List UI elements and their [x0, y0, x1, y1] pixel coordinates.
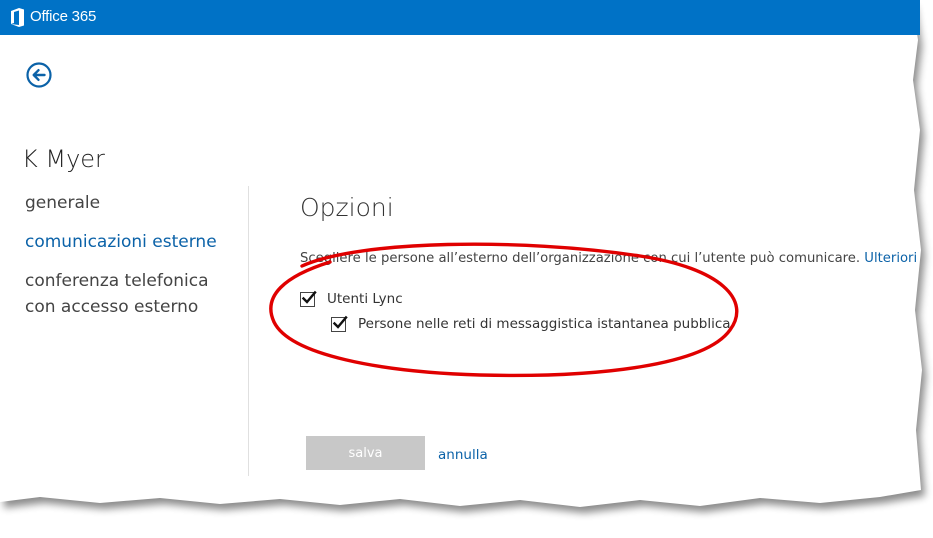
brand-title[interactable]: Office 365 — [30, 8, 96, 25]
section-title: Opzioni — [300, 193, 394, 222]
description-body: Scegliere le persone all’esterno dell’or… — [300, 251, 861, 266]
office-logo-icon[interactable] — [10, 8, 25, 27]
top-bar: Office 365 — [0, 0, 920, 35]
save-button[interactable]: salva — [306, 436, 425, 470]
checkmark-icon — [332, 315, 348, 329]
description-text: Scegliere le persone all’esterno dell’or… — [300, 251, 917, 266]
nav-item-comunicazioni-esterne[interactable]: comunicazioni esterne — [25, 229, 217, 255]
user-name-title: K Myer — [22, 145, 105, 173]
page: Office 365 K Myer generale comunicazioni… — [0, 0, 920, 505]
checkbox-row-lync: Utenti Lync — [300, 290, 403, 307]
nav-item-line-1: conferenza telefonica — [25, 271, 209, 291]
more-info-link[interactable]: Ulteriori — [864, 251, 917, 266]
nav-item-line-2: con accesso esterno — [25, 297, 199, 317]
screenshot-frame: Office 365 K Myer generale comunicazioni… — [0, 0, 933, 538]
lync-users-checkbox[interactable] — [300, 290, 317, 307]
public-im-checkbox[interactable] — [331, 315, 348, 332]
public-im-label: Persone nelle reti di messaggistica ista… — [358, 316, 731, 332]
nav-item-generale[interactable]: generale — [25, 190, 100, 216]
lync-users-label: Utenti Lync — [327, 291, 403, 307]
nav-item-conferenza-telefonica[interactable]: conferenza telefonica con accesso estern… — [25, 268, 209, 320]
nav-divider — [248, 186, 249, 476]
cancel-link[interactable]: annulla — [438, 447, 488, 463]
checkbox-row-public-im: Persone nelle reti di messaggistica ista… — [331, 315, 731, 332]
checkmark-icon — [301, 290, 317, 304]
back-arrow-icon[interactable] — [25, 61, 53, 89]
